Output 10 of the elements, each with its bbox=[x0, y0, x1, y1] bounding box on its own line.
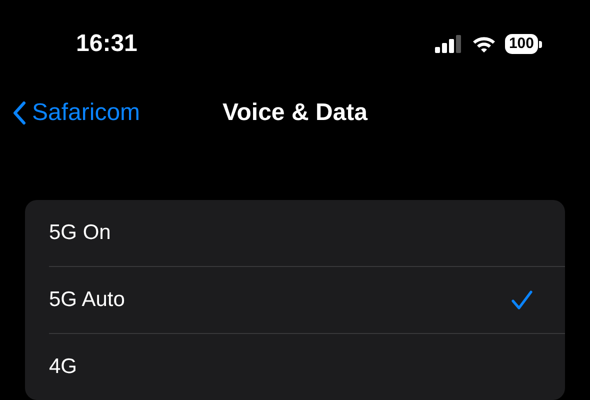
status-time: 16:31 bbox=[76, 30, 138, 58]
option-row[interactable]: 4G bbox=[49, 333, 565, 400]
option-row[interactable]: 5G On bbox=[49, 200, 565, 266]
chevron-left-icon bbox=[12, 101, 26, 125]
back-button[interactable]: Safaricom bbox=[12, 99, 140, 127]
signal-icon bbox=[434, 35, 463, 53]
option-row[interactable]: 5G Auto bbox=[49, 266, 565, 333]
page-title: Voice & Data bbox=[222, 99, 368, 127]
checkmark-icon bbox=[511, 290, 533, 310]
wifi-icon bbox=[472, 35, 496, 53]
